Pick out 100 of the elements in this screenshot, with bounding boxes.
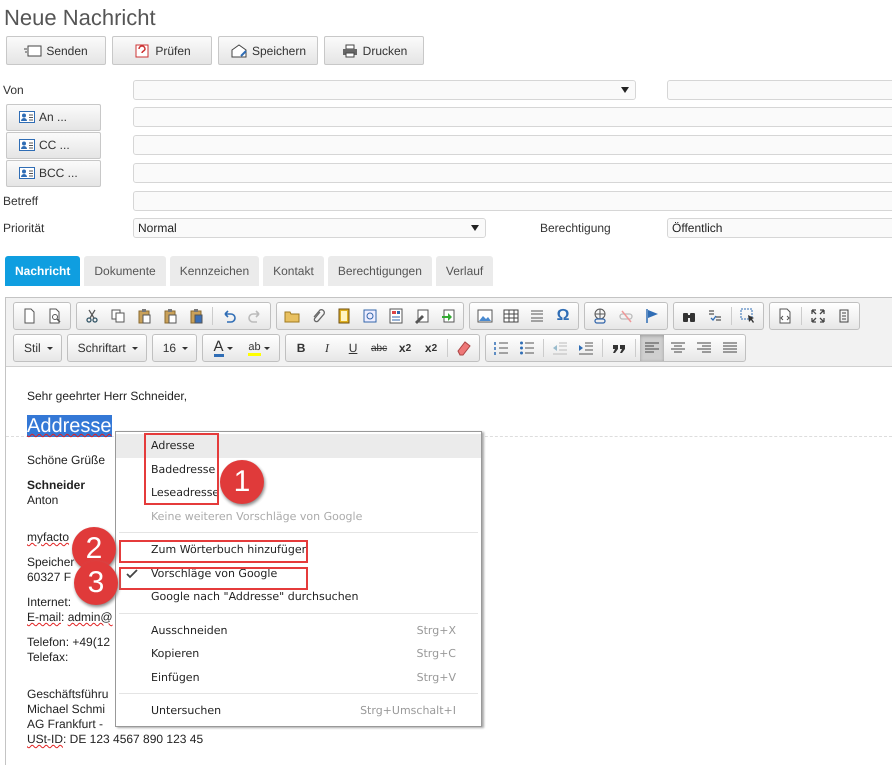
- recipient-button[interactable]: BCC ...: [6, 160, 101, 186]
- field-label: Betreff: [2, 194, 40, 208]
- numbered-list-icon[interactable]: [493, 340, 510, 356]
- shortcut-text: Strg+Umschalt+I: [360, 704, 456, 718]
- format-button[interactable]: I: [315, 337, 340, 359]
- body-text: admin@: [68, 610, 113, 624]
- body-text: E-mail: [27, 610, 62, 624]
- callout-badge: 3: [74, 561, 118, 605]
- special-character-button[interactable]: Ω: [551, 305, 575, 327]
- body-text: Telefax:: [27, 650, 68, 664]
- dropdown-button[interactable]: Schriftart: [66, 334, 147, 362]
- printer-icon: [340, 44, 359, 58]
- input-field[interactable]: [133, 107, 892, 127]
- form-icon[interactable]: [388, 308, 404, 324]
- menu-item[interactable]: Kopieren: [151, 647, 200, 660]
- caret-icon: [132, 346, 138, 350]
- format-button[interactable]: abc: [367, 337, 392, 359]
- frame-icon[interactable]: [336, 308, 352, 324]
- menu-item[interactable]: Adresse: [151, 439, 195, 452]
- body-text: Speicher: [27, 555, 74, 569]
- format-button[interactable]: B: [289, 337, 314, 359]
- image-icon[interactable]: [477, 308, 493, 324]
- contact-card-icon: [19, 139, 35, 151]
- tab[interactable]: Kennzeichen: [170, 256, 260, 286]
- tab[interactable]: Kontakt: [263, 256, 324, 286]
- permission-field[interactable]: Öffentlich: [667, 218, 892, 238]
- eraser-icon[interactable]: [456, 340, 472, 356]
- body-text: Schneider: [27, 478, 86, 492]
- priority-select[interactable]: Normal: [133, 218, 486, 238]
- body-text: AG Frankfurt -: [27, 717, 104, 731]
- input-field[interactable]: [133, 135, 892, 155]
- text-color-button[interactable]: A: [206, 337, 240, 359]
- field-label: Von: [2, 82, 25, 96]
- dropdown-button[interactable]: 16: [152, 334, 198, 362]
- body-text: Michael Schmi: [27, 702, 106, 716]
- menu-item[interactable]: Badedresse: [151, 462, 216, 476]
- lines-icon[interactable]: [529, 308, 545, 324]
- body-text: USt-ID: [27, 732, 63, 746]
- fullscreen-icon[interactable]: [810, 308, 826, 324]
- scissors-icon[interactable]: [84, 308, 100, 324]
- body-text: :: [61, 610, 66, 624]
- caret-icon: [46, 346, 53, 350]
- recipient-button[interactable]: An ...: [6, 104, 101, 130]
- indent-icon[interactable]: [578, 340, 594, 356]
- body-text: : DE 123 4567 890 123 45: [63, 732, 204, 746]
- subject-field[interactable]: [133, 190, 892, 210]
- action-button[interactable]: Prüfen: [112, 36, 212, 65]
- shortcut-text: Strg+X: [416, 624, 456, 637]
- format-button[interactable]: U: [341, 337, 366, 359]
- page-title: Neue Nachricht: [3, 4, 157, 32]
- envelope-icon: [24, 44, 42, 58]
- align-button[interactable]: [640, 335, 664, 361]
- highlight-button[interactable]: ab: [242, 337, 276, 359]
- tab[interactable]: Dokumente: [84, 256, 166, 286]
- contact-card-icon: [19, 167, 35, 179]
- action-button[interactable]: Drucken: [324, 36, 424, 65]
- body-text: Geschäftsführu: [27, 687, 108, 701]
- menu-item[interactable]: Zum Wörterbuch hinzufügen: [151, 543, 309, 556]
- input-field[interactable]: [133, 163, 892, 183]
- pen-icon[interactable]: [414, 308, 430, 324]
- preview-icon[interactable]: [47, 308, 63, 324]
- source-icon[interactable]: [777, 308, 793, 324]
- copy-icon[interactable]: [110, 308, 126, 324]
- body-text: Telefon: +49(12: [27, 635, 110, 649]
- clipboard-icon[interactable]: [188, 308, 204, 324]
- greeting-text: Sehr geehrter Herr Schneider,: [27, 389, 188, 404]
- menu-item[interactable]: Untersuchen: [151, 704, 222, 718]
- selected-word: Addresse: [27, 415, 112, 437]
- tab[interactable]: Verlauf: [436, 256, 494, 286]
- shortcut-text: Strg+V: [416, 670, 456, 684]
- table-icon[interactable]: [503, 308, 519, 324]
- menu-item[interactable]: Leseadresse: [151, 486, 220, 500]
- tab[interactable]: Berechtigungen: [328, 256, 432, 286]
- menu-item[interactable]: Ausschneiden: [151, 624, 228, 637]
- document-icon[interactable]: [440, 308, 456, 324]
- bullet-list-icon[interactable]: [519, 340, 536, 356]
- menu-item[interactable]: Vorschläge von Google: [151, 566, 278, 580]
- input-field[interactable]: [667, 80, 892, 100]
- flag-icon[interactable]: [644, 308, 660, 324]
- body-text: Schöne Grüße: [27, 453, 106, 467]
- dropdown-button[interactable]: Stil: [13, 334, 62, 362]
- caret-icon: [182, 346, 188, 350]
- link-icon[interactable]: [592, 308, 608, 324]
- clipboard-icon[interactable]: [136, 308, 152, 324]
- callout-badge: 1: [220, 460, 264, 504]
- select-icon[interactable]: [740, 308, 756, 324]
- dropdown-arrow-icon: [471, 224, 479, 230]
- target-icon[interactable]: [362, 308, 378, 324]
- recipient-button[interactable]: CC ...: [6, 132, 101, 158]
- action-button[interactable]: Senden: [6, 36, 106, 65]
- field-label: Berechtigung: [539, 220, 612, 234]
- contact-card-icon: [19, 111, 35, 123]
- menu-item[interactable]: Einfügen: [151, 670, 200, 684]
- envelope-icon: [230, 44, 248, 58]
- body-text: 60327 F: [27, 570, 72, 584]
- action-button[interactable]: Speichern: [218, 36, 318, 65]
- body-text: Internet:: [27, 595, 72, 609]
- clipboard-icon[interactable]: [162, 308, 178, 324]
- menu-item[interactable]: Google nach "Addresse" durchsuchen: [151, 590, 358, 604]
- shortcut-text: Strg+C: [416, 647, 456, 660]
